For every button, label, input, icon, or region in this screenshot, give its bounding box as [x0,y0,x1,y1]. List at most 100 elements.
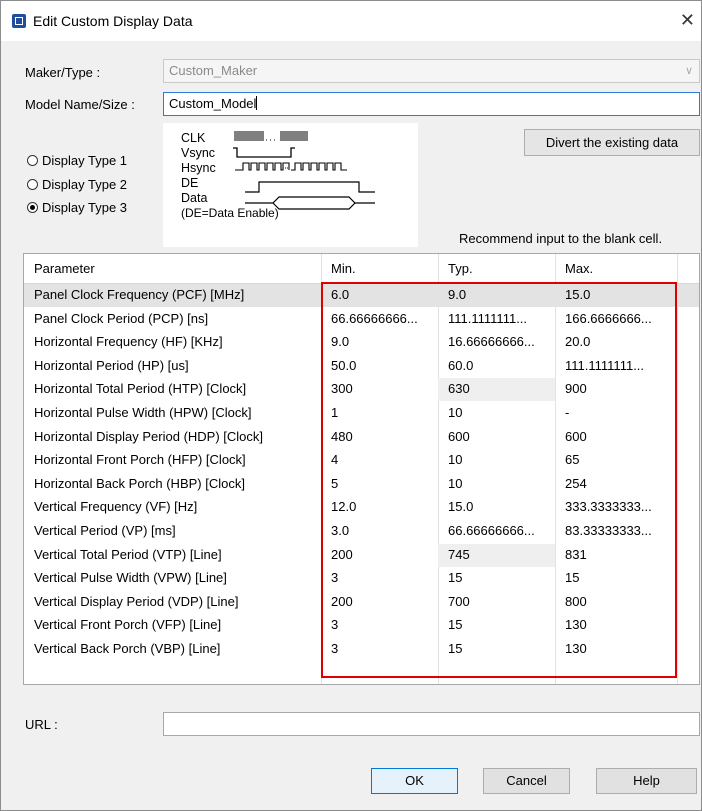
radio-display-type-3[interactable]: Display Type 3 [27,200,127,215]
cell-max[interactable]: 831 [565,547,587,562]
cell-max[interactable]: 15.0 [565,287,590,302]
cell-max[interactable]: 65 [565,452,579,467]
table-row[interactable]: Horizontal Back Porch (HBP) [Clock] 5 10 25… [24,473,699,496]
table-row[interactable]: Panel Clock Frequency (PCF) [MHz] 6.0 9.0 1… [24,284,699,307]
cell-min[interactable]: 9.0 [331,334,349,349]
cell-min[interactable]: 3 [331,617,338,632]
cell-max[interactable]: 600 [565,429,587,444]
cell-parameter: Vertical Pulse Width (VPW) [Line] [34,570,227,586]
cell-parameter: Vertical Back Porch (VBP) [Line] [34,641,221,656]
cell-max[interactable]: 800 [565,594,587,609]
table-row[interactable]: Horizontal Display Period (HDP) [Clock] 4… [24,426,699,449]
table-row[interactable]: Horizontal Frequency (HF) [KHz] 9.0 16.666… [24,331,699,354]
close-icon[interactable]: ✕ [680,10,695,31]
cell-typ[interactable]: 9.0 [448,287,466,302]
table-row[interactable]: Vertical Period (VP) [ms] 3.0 66.66666666.… [24,520,699,543]
cell-min[interactable]: 3.0 [331,523,349,538]
cell-max[interactable]: 130 [565,641,587,656]
header-typ[interactable]: Typ. [448,261,473,276]
timing-waveforms [233,131,375,210]
cell-typ[interactable]: 10 [448,476,462,491]
cell-min[interactable]: 300 [331,381,353,396]
radio-icon [27,179,38,190]
title-bar: Edit Custom Display Data ✕ [1,1,701,41]
edit-custom-display-dialog: Edit Custom Display Data ✕ Maker/Type : … [0,0,702,811]
cell-min[interactable]: 200 [331,547,353,562]
table-row[interactable]: Horizontal Front Porch (HFP) [Clock] 4 10 6… [24,449,699,472]
cell-max[interactable]: 900 [565,381,587,396]
radio-display-type-2[interactable]: Display Type 2 [27,177,127,192]
table-header: Parameter Min. Typ. Max. [24,254,699,284]
cell-typ[interactable]: 66.66666666... [448,523,535,538]
cell-max[interactable]: - [565,405,569,420]
text-caret [256,96,258,110]
table-row[interactable]: Horizontal Pulse Width (HPW) [Clock] 1 10 - [24,402,699,425]
cell-min[interactable]: 480 [331,429,353,444]
cell-max[interactable]: 111.1111111... [565,358,644,373]
cancel-button[interactable]: Cancel [483,768,570,794]
radio-label: Display Type 3 [42,200,128,215]
cell-typ[interactable]: 600 [448,429,470,444]
help-button[interactable]: Help [596,768,697,794]
cell-min[interactable]: 3 [331,641,338,656]
table-row[interactable]: Vertical Frequency (VF) [Hz] 12.0 15.0 333.… [24,496,699,519]
header-max[interactable]: Max. [565,261,593,276]
cell-parameter: Horizontal Pulse Width (HPW) [Clock] [34,405,252,420]
cell-min[interactable]: 200 [331,594,353,609]
table-row[interactable]: Panel Clock Period (PCP) [ns] 66.66666666… [24,308,699,331]
cell-max[interactable]: 83.33333333... [565,523,652,538]
cell-max[interactable]: 15 [565,570,579,585]
cell-min[interactable]: 66.66666666... [331,311,418,326]
maker-label: Maker/Type : [25,65,101,80]
cell-typ[interactable]: 630 [448,381,470,396]
cell-typ[interactable]: 10 [448,405,462,420]
vsync-waveform [233,147,295,158]
table-row[interactable]: Vertical Pulse Width (VPW) [Line] 3 15 15 [24,567,699,590]
header-parameter[interactable]: Parameter [34,261,95,276]
cell-parameter: Horizontal Front Porch (HFP) [Clock] [34,452,246,468]
cell-min[interactable]: 50.0 [331,358,356,373]
cell-max[interactable]: 333.3333333... [565,499,652,514]
cell-typ[interactable]: 16.66666666... [448,334,535,349]
table-row[interactable]: Vertical Front Porch (VFP) [Line] 3 15 130 [24,614,699,637]
radio-icon [27,155,38,166]
cell-typ[interactable]: 111.1111111... [448,311,527,326]
cell-min[interactable]: 1 [331,405,338,420]
de-waveform [245,181,375,193]
cell-max[interactable]: 20.0 [565,334,590,349]
cell-max[interactable]: 130 [565,617,587,632]
cell-typ[interactable]: 15 [448,570,462,585]
cell-max[interactable]: 166.6666666... [565,311,652,326]
cell-typ[interactable]: 60.0 [448,358,473,373]
cell-min[interactable]: 3 [331,570,338,585]
table-row[interactable]: Vertical Display Period (VDP) [Line] 200 7… [24,591,699,614]
cell-typ[interactable]: 745 [448,547,470,562]
cell-max[interactable]: 254 [565,476,587,491]
cell-parameter: Horizontal Back Porch (HBP) [Clock] [34,475,245,491]
divert-existing-data-button[interactable]: Divert the existing data [524,129,700,156]
cell-typ[interactable]: 15 [448,617,462,632]
table-row[interactable]: Horizontal Total Period (HTP) [Clock] 300… [24,378,699,402]
url-input[interactable] [163,712,700,736]
cell-typ[interactable]: 15.0 [448,499,473,514]
ok-button[interactable]: OK [371,768,458,794]
header-min[interactable]: Min. [331,261,356,276]
model-value: Custom_Model [169,96,257,111]
radio-display-type-1[interactable]: Display Type 1 [27,153,127,168]
recommend-text: Recommend input to the blank cell. [459,231,663,246]
cell-min[interactable]: 5 [331,476,338,491]
cell-min[interactable]: 6.0 [331,287,349,302]
clk-waveform [234,131,308,141]
radio-label: Display Type 2 [42,177,128,192]
cell-typ[interactable]: 700 [448,594,470,609]
cell-min[interactable]: 4 [331,452,338,467]
model-label: Model Name/Size : [25,97,135,112]
model-name-input[interactable]: Custom_Model [163,92,700,116]
cell-typ[interactable]: 15 [448,641,462,656]
table-row[interactable]: Vertical Back Porch (VBP) [Line] 3 15 130 [24,638,699,661]
table-row[interactable]: Horizontal Period (HP) [us] 50.0 60.0 111.1… [24,355,699,378]
table-row[interactable]: Vertical Total Period (VTP) [Line] 200 745… [24,543,699,567]
cell-typ[interactable]: 10 [448,452,462,467]
cell-parameter: Vertical Period (VP) [ms] [34,523,176,538]
cell-min[interactable]: 12.0 [331,499,356,514]
